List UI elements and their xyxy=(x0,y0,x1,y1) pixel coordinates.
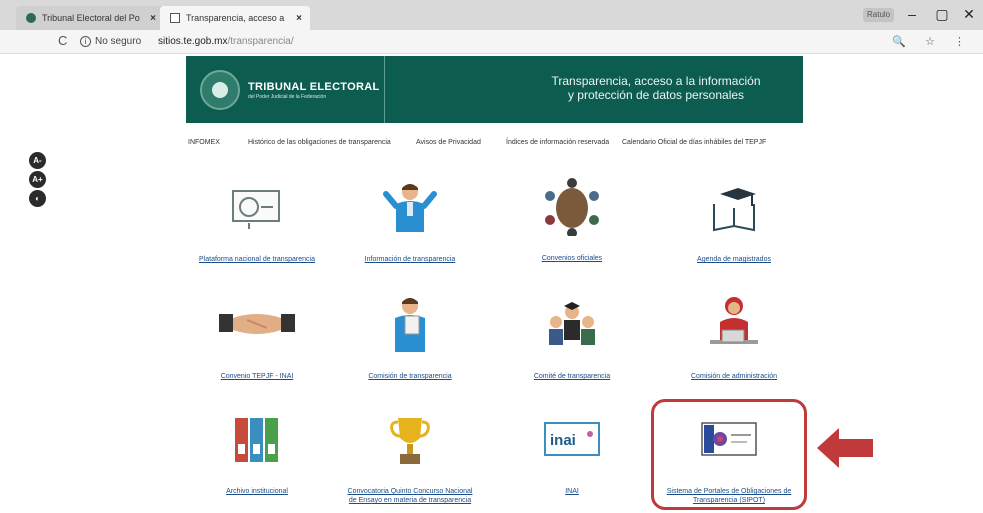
tagline-line1: Transparencia, acceso a la información xyxy=(551,74,761,88)
address-bar: C i No seguro sitios.te.gob.mx/transpare… xyxy=(0,30,983,54)
card-comision-transparencia[interactable]: Comisión de transparencia xyxy=(325,292,495,382)
profile-button[interactable]: Ratulo xyxy=(863,8,895,22)
banner-tagline: Transparencia, acceso a la información y… xyxy=(526,74,786,102)
tab-title: Transparencia, acceso a xyxy=(186,13,285,23)
card-label[interactable]: Archivo institucional xyxy=(172,487,342,496)
card-convocatoria-concurso[interactable]: Convocatoria Quinto Concurso Nacional de… xyxy=(325,408,495,508)
security-label: No seguro xyxy=(95,36,142,47)
card-label-multiline[interactable]: Convocatoria Quinto Concurso Nacional de… xyxy=(325,487,495,505)
url-field[interactable]: sitios.te.gob.mx/transparencia/ xyxy=(158,36,294,47)
tab-transparencia[interactable]: Transparencia, acceso a × xyxy=(160,6,310,30)
card-plataforma-nacional[interactable]: Plataforma nacional de transparencia xyxy=(172,180,342,270)
inai-logo-text: inai xyxy=(550,432,576,449)
maximize-icon[interactable]: ▢ xyxy=(930,6,954,23)
site-banner[interactable]: TRIBUNAL ELECTORAL del Poder Judicial de… xyxy=(186,56,803,123)
card-label-line1[interactable]: Convocatoria Quinto Concurso Nacional xyxy=(325,487,495,496)
binders-icon xyxy=(235,418,278,462)
tab-tribunal-electoral[interactable]: Tribunal Electoral del Po × xyxy=(16,6,164,30)
card-convenio-tepjf-inai[interactable]: Convenio TEPJF - INAI xyxy=(172,292,342,382)
person-document-icon xyxy=(395,298,425,352)
card-label[interactable]: INAI xyxy=(487,487,657,496)
nav-calendario[interactable]: Calendario Oficial de días inhábiles del… xyxy=(622,139,766,146)
handshake-icon xyxy=(219,314,295,334)
card-informacion-transparencia[interactable]: Información de transparencia xyxy=(325,180,495,270)
card-label[interactable]: Convenios oficiales xyxy=(487,254,657,263)
tab-title: Tribunal Electoral del Po xyxy=(42,13,140,23)
page-favicon-icon xyxy=(170,13,180,23)
nav-historico[interactable]: Histórico de las obligaciones de transpa… xyxy=(248,139,391,146)
national-seal-icon xyxy=(200,70,240,110)
security-indicator[interactable]: i No seguro xyxy=(80,36,141,47)
nav-infomex[interactable]: INFOMEX xyxy=(188,139,220,146)
org-subtitle: del Poder Judicial de la Federación xyxy=(248,94,327,100)
graduation-book-icon xyxy=(713,188,756,232)
tagline-line2: y protección de datos personales xyxy=(567,88,745,102)
font-increase-button[interactable]: A+ xyxy=(29,171,46,188)
browser-tabstrip: Tribunal Electoral del Po × Transparenci… xyxy=(0,0,983,30)
committee-icon xyxy=(549,302,595,345)
contrast-button[interactable]: ◐ xyxy=(29,190,46,207)
nav-avisos-privacidad[interactable]: Avisos de Privacidad xyxy=(416,139,481,146)
card-label[interactable]: Comisión de administración xyxy=(649,372,819,381)
meeting-table-icon xyxy=(545,178,599,236)
card-label[interactable]: Comisión de transparencia xyxy=(325,372,495,381)
card-archivo-institucional[interactable]: Archivo institucional xyxy=(172,408,342,508)
card-comite-transparencia[interactable]: Comité de transparencia xyxy=(487,292,657,382)
card-label[interactable]: Información de transparencia xyxy=(325,255,495,264)
nav-indices[interactable]: Índices de información reservada xyxy=(506,139,609,146)
tab-close-icon[interactable]: × xyxy=(150,13,156,24)
pointer-arrow-icon xyxy=(817,428,873,468)
minimize-icon[interactable]: – xyxy=(900,6,924,22)
monitor-icon xyxy=(232,190,280,229)
card-label-line2[interactable]: de Ensayo en materia de transparencia xyxy=(325,496,495,505)
inai-logo-icon: inai xyxy=(544,422,600,456)
org-name: TRIBUNAL ELECTORAL xyxy=(248,81,380,93)
card-label[interactable]: Plataforma nacional de transparencia xyxy=(172,255,342,264)
card-convenios-oficiales[interactable]: Convenios oficiales xyxy=(487,176,657,270)
person-presenting-icon xyxy=(383,184,437,232)
info-icon: i xyxy=(80,36,91,47)
top-nav: INFOMEX Histórico de las obligaciones de… xyxy=(186,139,803,153)
reload-icon[interactable]: C xyxy=(58,33,67,48)
card-label[interactable]: Comité de transparencia xyxy=(487,372,657,381)
close-window-icon[interactable]: ✕ xyxy=(957,6,981,23)
card-comision-administracion[interactable]: Comisión de administración xyxy=(649,292,819,382)
card-label[interactable]: Convenio TEPJF - INAI xyxy=(172,372,342,381)
tab-close-icon[interactable]: × xyxy=(296,13,302,24)
person-laptop-icon xyxy=(710,297,758,344)
seal-favicon-icon xyxy=(26,13,36,23)
url-host: sitios.te.gob.mx xyxy=(158,36,228,47)
trophy-icon xyxy=(390,418,430,464)
card-agenda-magistrados[interactable]: Agenda de magistrados xyxy=(649,180,819,270)
url-path: /transparencia/ xyxy=(227,36,294,47)
font-decrease-button[interactable]: A- xyxy=(29,152,46,169)
address-bar-icons[interactable]: 🔍 ☆ ⋮ xyxy=(892,35,973,48)
banner-divider xyxy=(384,56,385,123)
card-inai[interactable]: inai INAI xyxy=(487,408,657,508)
card-label[interactable]: Agenda de magistrados xyxy=(649,255,819,264)
sipot-highlight-box xyxy=(651,399,807,510)
